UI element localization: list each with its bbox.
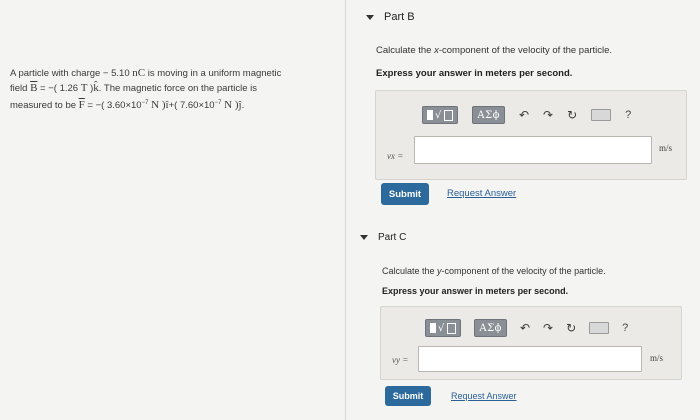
problem-line-1: A particle with charge − 5.10 nC is movi…: [10, 67, 282, 79]
box-icon: [444, 109, 454, 121]
part-c-header[interactable]: Part C: [360, 232, 406, 243]
help-button[interactable]: ?: [625, 109, 631, 121]
help-button[interactable]: ?: [622, 322, 628, 334]
reset-icon[interactable]: ↻: [567, 108, 577, 122]
part-c-prompt: Calculate the y-component of the velocit…: [382, 266, 606, 276]
reset-icon[interactable]: ↻: [566, 321, 576, 335]
part-b-header[interactable]: Part B: [366, 11, 415, 23]
part-b-request-answer-link[interactable]: Request Answer: [447, 188, 516, 199]
vx-label: vx =: [387, 151, 404, 161]
vy-answer-input[interactable]: [418, 346, 642, 372]
vx-unit: m/s: [659, 143, 673, 153]
part-b-toolbar: √ ΑΣϕ ↶ ↷ ↻ ?: [422, 106, 631, 124]
greek-symbols-button[interactable]: ΑΣϕ: [474, 319, 507, 337]
radical-icon: √: [435, 109, 442, 121]
template-icon: [430, 323, 436, 333]
greek-symbols-button[interactable]: ΑΣϕ: [472, 106, 505, 124]
part-b-prompt: Calculate the x-component of the velocit…: [376, 45, 613, 56]
part-b-instruction: Express your answer in meters per second…: [376, 68, 573, 79]
redo-icon[interactable]: ↷: [543, 108, 553, 122]
part-c-title: Part C: [378, 232, 407, 243]
undo-icon[interactable]: ↶: [520, 321, 530, 335]
problem-line-2: field B = −( 1.26 T )k̂. The magnetic fo…: [10, 82, 258, 94]
column-divider: [345, 0, 346, 420]
template-icon: [427, 110, 433, 120]
caret-down-icon: [360, 235, 368, 240]
caret-down-icon: [366, 14, 374, 20]
radical-icon: √: [438, 322, 445, 334]
templates-button[interactable]: √: [422, 106, 459, 124]
vx-answer-input[interactable]: [414, 136, 652, 164]
vy-unit: m/s: [650, 353, 664, 363]
part-b-title: Part B: [384, 11, 415, 23]
keyboard-icon[interactable]: [589, 322, 610, 334]
part-c-toolbar: √ ΑΣϕ ↶ ↷ ↻ ?: [425, 319, 628, 337]
part-c-instruction: Express your answer in meters per second…: [382, 286, 569, 296]
part-c-submit-button[interactable]: Submit: [385, 386, 431, 406]
part-c-request-answer-link[interactable]: Request Answer: [451, 391, 517, 401]
problem-line-3: measured to be F = −( 3.60×10−7 N )î+( 7…: [10, 99, 245, 112]
redo-icon[interactable]: ↷: [543, 321, 553, 335]
keyboard-icon[interactable]: [591, 109, 612, 121]
vy-label: vy =: [392, 355, 409, 365]
box-icon: [447, 322, 457, 334]
problem-statement: A particle with charge − 5.10 nC is movi…: [10, 66, 330, 113]
templates-button[interactable]: √: [425, 319, 462, 337]
part-b-answer-box: [375, 90, 687, 180]
part-b-submit-button[interactable]: Submit: [381, 183, 429, 205]
undo-icon[interactable]: ↶: [519, 108, 529, 122]
